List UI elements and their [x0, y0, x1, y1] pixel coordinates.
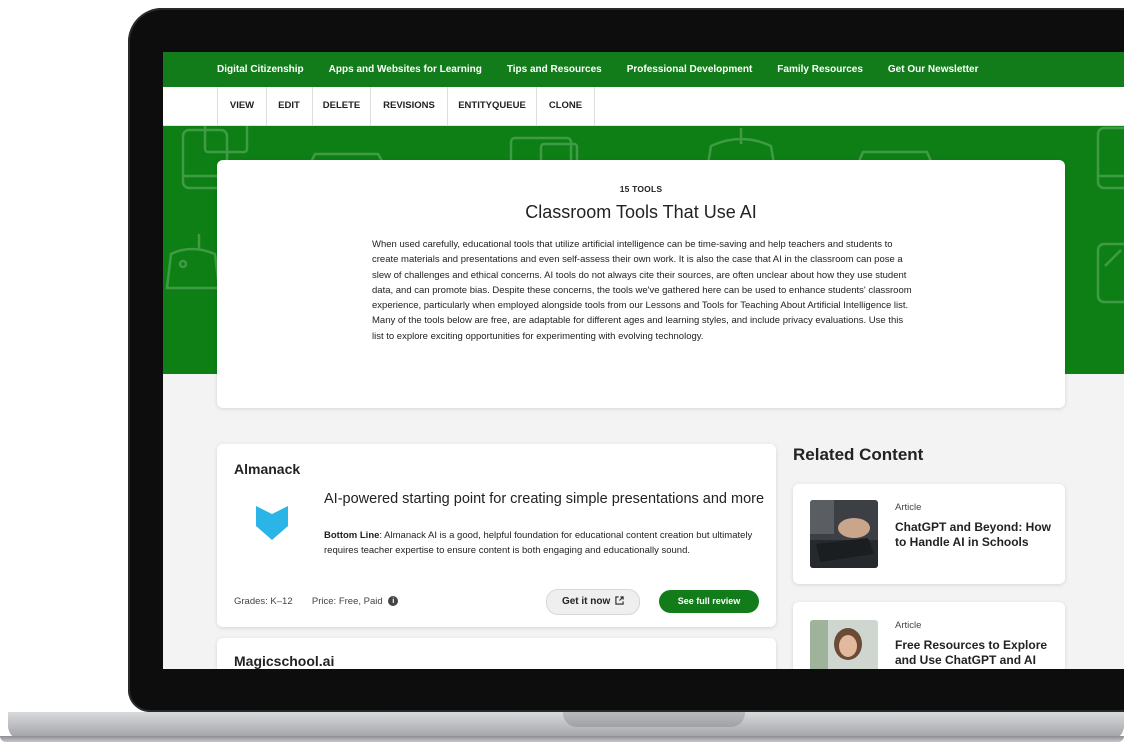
get-it-now-label: Get it now	[561, 596, 611, 607]
get-it-now-button[interactable]: Get it now	[546, 589, 640, 615]
nav-item-family-resources[interactable]: Family Resources	[777, 64, 863, 75]
admin-tabs: VIEW EDIT DELETE REVISIONS ENTITYQUEUE C…	[163, 87, 1124, 126]
thumbnail-image	[810, 500, 878, 568]
tab-clone[interactable]: CLONE	[537, 87, 595, 125]
nav-item-professional-development[interactable]: Professional Development	[627, 64, 753, 75]
bottom-line-text: : Almanack AI is a good, helpful foundat…	[324, 530, 753, 556]
tool-tagline: AI-powered starting point for creating s…	[324, 491, 765, 507]
related-item-kind: Article	[895, 502, 922, 513]
laptop-screen: Digital Citizenship Apps and Websites fo…	[163, 52, 1124, 669]
related-item-title[interactable]: ChatGPT and Beyond: How to Handle AI in …	[895, 520, 1055, 549]
tool-bottom-line: Bottom Line: Almanack AI is a good, help…	[324, 528, 762, 558]
related-item-title[interactable]: Free Resources to Explore and Use ChatGP…	[895, 638, 1055, 667]
bottom-line-label: Bottom Line	[324, 530, 380, 541]
tool-meta: Grades: K–12 Price: Free, Paid i	[234, 596, 399, 607]
article-thumbnail-teacher	[810, 620, 878, 669]
nav-item-newsletter[interactable]: Get Our Newsletter	[888, 64, 979, 75]
tab-view[interactable]: VIEW	[217, 87, 267, 125]
nav-item-digital-citizenship[interactable]: Digital Citizenship	[217, 64, 304, 75]
related-item[interactable]: Article Free Resources to Explore and Us…	[793, 602, 1065, 669]
external-link-icon	[615, 596, 624, 605]
page-title: Classroom Tools That Use AI	[525, 202, 757, 222]
tab-revisions[interactable]: REVISIONS	[371, 87, 448, 125]
info-icon[interactable]: i	[388, 596, 399, 607]
tab-entityqueue[interactable]: ENTITYQUEUE	[448, 87, 537, 125]
related-item-kind: Article	[895, 620, 922, 631]
nav-item-tips-resources[interactable]: Tips and Resources	[507, 64, 602, 75]
laptop-notch	[563, 712, 745, 727]
related-content-heading: Related Content	[793, 445, 924, 464]
related-item[interactable]: Article ChatGPT and Beyond: How to Handl…	[793, 484, 1065, 584]
tool-count-kicker: 15 TOOLS	[619, 184, 663, 194]
tab-delete[interactable]: DELETE	[313, 87, 371, 125]
laptop-base-edge	[0, 736, 1124, 742]
tab-edit[interactable]: EDIT	[266, 87, 313, 125]
tool-price: Price: Free, Paid	[311, 596, 383, 607]
tool-card-magicschool: Magicschool.ai	[217, 638, 776, 669]
tool-name[interactable]: Almanack	[234, 461, 300, 477]
top-nav: Digital Citizenship Apps and Websites fo…	[163, 52, 1124, 87]
tool-card-almanack: Almanack AI-powered starting point for c…	[217, 444, 776, 627]
article-thumbnail-laptop-typing	[810, 500, 878, 568]
see-full-review-button[interactable]: See full review	[659, 590, 759, 613]
tool-name[interactable]: Magicschool.ai	[234, 653, 334, 669]
tool-grades: Grades: K–12	[234, 596, 293, 607]
thumbnail-image	[810, 620, 878, 669]
list-intro-card: 15 TOOLS Classroom Tools That Use AI Whe…	[217, 160, 1065, 408]
intro-paragraph: When used carefully, educational tools t…	[372, 239, 912, 342]
nav-item-apps-websites[interactable]: Apps and Websites for Learning	[329, 64, 482, 75]
almanack-logo-icon	[256, 506, 288, 540]
